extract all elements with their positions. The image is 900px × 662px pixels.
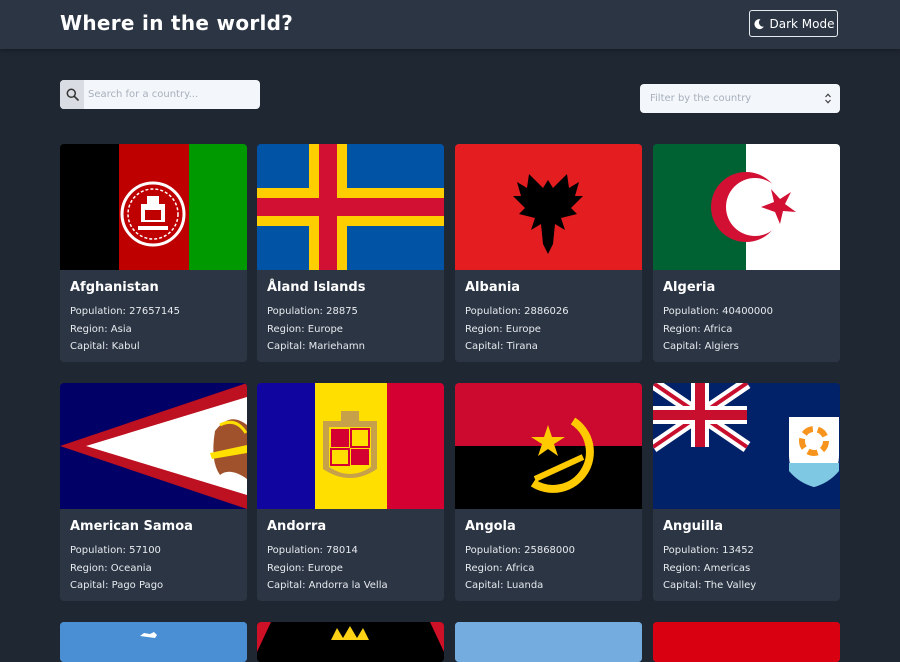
region-line: Region: Europe: [465, 323, 541, 335]
app-header: Where in the world? Dark Mode: [0, 0, 900, 49]
flag-image: [653, 144, 840, 270]
population-line: Population: 40400000: [663, 306, 774, 317]
population-value: 2886026: [524, 306, 569, 317]
capital-line: Capital: Kabul: [70, 341, 140, 352]
capital-line: Capital: Mariehamn: [267, 341, 365, 352]
anguilla-flag: [653, 383, 840, 509]
country-card[interactable]: Anguilla Population: 13452 Region: Ameri…: [653, 383, 840, 601]
region-line: Region: Africa: [465, 562, 535, 574]
region-line: Region: Asia: [70, 323, 132, 335]
region-value: Europe: [307, 562, 343, 574]
capital-line: Capital: Andorra la Vella: [267, 580, 388, 591]
capital-line: Capital: The Valley: [663, 580, 757, 591]
search-input[interactable]: [84, 80, 260, 109]
country-card[interactable]: [455, 622, 642, 662]
flag-image: [60, 383, 247, 509]
population-value: 40400000: [722, 306, 774, 317]
moon-icon: [753, 18, 764, 29]
region-line: Region: Europe: [267, 323, 343, 335]
flag-image: [257, 383, 444, 509]
country-name: Afghanistan: [70, 280, 159, 295]
region-line: Region: Europe: [267, 562, 343, 574]
flag-image: [455, 144, 642, 270]
country-name: Angola: [465, 519, 516, 534]
andorra-flag: [257, 383, 444, 509]
country-name: Åland Islands: [267, 280, 366, 295]
region-value: Americas: [703, 562, 751, 574]
filter-placeholder: Filter by the country: [650, 93, 752, 104]
country-card[interactable]: [257, 622, 444, 662]
capital-line: Capital: Algiers: [663, 341, 739, 352]
flag-image: [257, 144, 444, 270]
aland-flag: [257, 144, 444, 270]
algeria-flag: [653, 144, 840, 270]
search-icon[interactable]: [60, 80, 84, 109]
country-name: Algeria: [663, 280, 716, 295]
search-bar[interactable]: [60, 80, 260, 109]
country-card[interactable]: Afghanistan Population: 27657145 Region:…: [60, 144, 247, 362]
population-line: Population: 78014: [267, 545, 358, 556]
country-card[interactable]: Andorra Population: 78014 Region: Europe…: [257, 383, 444, 601]
population-line: Population: 27657145: [70, 306, 181, 317]
population-value: 27657145: [129, 306, 181, 317]
capital-value: Tirana: [506, 341, 538, 352]
capital-value: The Valley: [704, 580, 757, 591]
dark-mode-toggle[interactable]: Dark Mode: [749, 10, 838, 37]
angola-flag: [455, 383, 642, 509]
country-name: Andorra: [267, 519, 327, 534]
capital-value: Andorra la Vella: [308, 580, 388, 591]
region-line: Region: Africa: [663, 323, 733, 335]
country-card[interactable]: American Samoa Population: 57100 Region:…: [60, 383, 247, 601]
country-card[interactable]: Albania Population: 2886026 Region: Euro…: [455, 144, 642, 362]
region-line: Region: Americas: [663, 562, 751, 574]
population-line: Population: 57100: [70, 545, 161, 556]
flag-image: [60, 144, 247, 270]
albania-flag: [455, 144, 642, 270]
flag-image: [455, 383, 642, 509]
capital-line: Capital: Luanda: [465, 580, 544, 591]
capital-value: Pago Pago: [111, 580, 164, 591]
country-name: American Samoa: [70, 519, 193, 534]
country-card[interactable]: [60, 622, 247, 662]
region-value: Oceania: [110, 562, 152, 574]
capital-value: Kabul: [111, 341, 140, 352]
capital-value: Mariehamn: [308, 341, 365, 352]
population-value: 28875: [326, 306, 358, 317]
region-value: Africa: [505, 562, 535, 574]
population-value: 13452: [722, 545, 754, 556]
dark-mode-label: Dark Mode: [769, 16, 835, 31]
country-card[interactable]: Angola Population: 25868000 Region: Afri…: [455, 383, 642, 601]
capital-value: Algiers: [704, 341, 739, 352]
capital-line: Capital: Pago Pago: [70, 580, 164, 591]
population-line: Population: 13452: [663, 545, 754, 556]
region-value: Europe: [505, 323, 541, 335]
population-line: Population: 2886026: [465, 306, 569, 317]
population-value: 25868000: [524, 545, 576, 556]
american-samoa-flag: [60, 383, 247, 509]
region-value: Europe: [307, 323, 343, 335]
region-value: Asia: [110, 323, 132, 335]
page-title: Where in the world?: [60, 11, 294, 35]
region-filter-select[interactable]: Filter by the country: [640, 84, 840, 113]
population-value: 78014: [326, 545, 358, 556]
country-card[interactable]: Åland Islands Population: 28875 Region: …: [257, 144, 444, 362]
country-name: Albania: [465, 280, 521, 295]
region-line: Region: Oceania: [70, 562, 152, 574]
population-line: Population: 28875: [267, 306, 358, 317]
flag-image: [60, 622, 247, 662]
population-line: Population: 25868000: [465, 545, 576, 556]
population-value: 57100: [129, 545, 161, 556]
flag-image: [653, 383, 840, 509]
country-name: Anguilla: [663, 519, 724, 534]
select-arrows-icon: [825, 93, 831, 104]
flag-image: [257, 622, 444, 662]
flag-image: [455, 622, 642, 662]
afghanistan-flag: [60, 144, 247, 270]
flag-image: [653, 622, 840, 662]
country-card[interactable]: [653, 622, 840, 662]
country-card[interactable]: Algeria Population: 40400000 Region: Afr…: [653, 144, 840, 362]
capital-value: Luanda: [506, 580, 544, 591]
region-value: Africa: [703, 323, 733, 335]
capital-line: Capital: Tirana: [465, 341, 538, 352]
